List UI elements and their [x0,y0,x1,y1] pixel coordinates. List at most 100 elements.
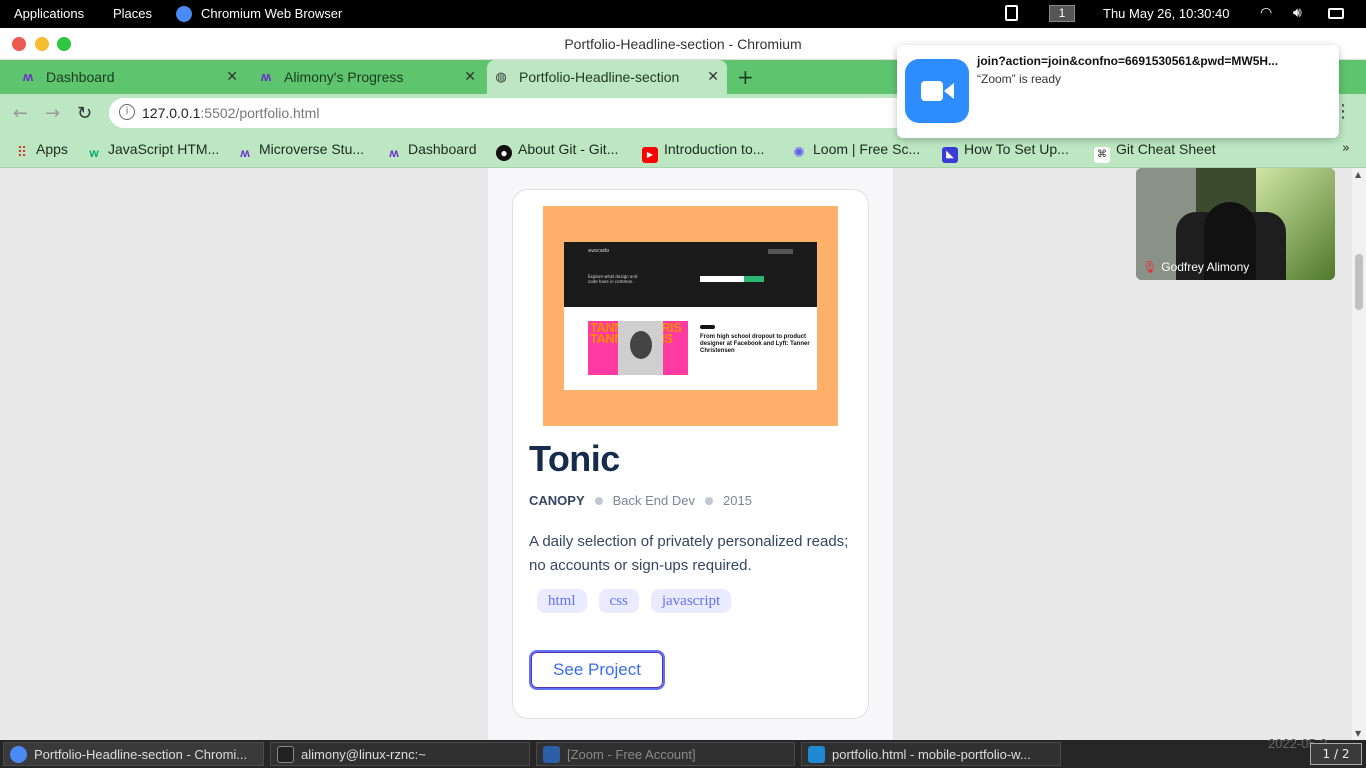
screenshot-headline: From high school dropout to product desi… [700,334,810,354]
notification-title: join?action=join&confno=6691530561&pwd=M… [977,54,1279,68]
project-screenshot: avocado Explore what design and code hav… [564,242,817,390]
chromium-icon [176,6,192,22]
apps-grid-icon: ⠿ [16,144,28,160]
participant-name: 🎙︎ Godfrey Alimony [1142,260,1249,274]
screenshot-input [700,276,744,282]
bookmark-introduction[interactable]: ▶ Introduction to... [642,141,764,163]
microverse-icon: ʍ [240,146,250,160]
workspace-indicator[interactable]: 1 [1049,5,1075,22]
bookmark-dashboard[interactable]: ʍ Dashboard [386,141,477,161]
project-tags: html css javascript [537,589,743,613]
wifi-icon[interactable]: ◠ [1260,4,1272,21]
tag-html: html [537,589,587,613]
bookmark-label: Microverse Stu... [259,141,365,157]
bookmark-about-git[interactable]: ● About Git - Git... [496,141,618,161]
participant-name-text: Godfrey Alimony [1161,260,1250,274]
microverse-icon: ʍ [260,69,272,84]
bookmark-apps[interactable]: ⠿ Apps [14,141,68,160]
tab-label: Dashboard [46,69,115,85]
taskbar-label: alimony@linux-rznc:~ [301,747,426,762]
taskbar-label: Portfolio-Headline-section - Chromi... [34,747,248,762]
zoom-icon [543,746,560,763]
microverse-icon: ʍ [22,69,34,84]
screenshot-hero: avocado Explore what design and code hav… [564,242,817,307]
scrollbar-thumb[interactable] [1355,254,1363,310]
bookmark-label: Dashboard [408,141,477,157]
taskbar-label: portfolio.html - mobile-portfolio-w... [832,747,1031,762]
screenshot-logo: avocado [588,248,610,254]
battery-icon[interactable] [1328,8,1344,19]
bookmark-label: About Git - Git... [518,141,619,157]
notification-body: “Zoom” is ready [977,72,1062,86]
page-scrollbar[interactable]: ▲ ▼ [1352,168,1366,740]
taskbar-item-terminal[interactable]: alimony@linux-rznc:~ [270,742,530,766]
url-host: 127.0.0.1 [142,105,201,121]
taskbar: Portfolio-Headline-section - Chromi... a… [0,736,1366,768]
see-project-button[interactable]: See Project [529,650,665,690]
bookmark-label: Git Cheat Sheet [1116,141,1216,157]
screenshot-portrait-head [630,331,652,359]
url-path: :5502/portfolio.html [200,105,320,121]
project-title: Tonic [529,438,620,479]
scroll-down-icon[interactable]: ▼ [1355,729,1361,738]
project-client: CANOPY [529,493,585,508]
tab-dashboard[interactable]: ʍ Dashboard ✕ [14,60,246,94]
tab-label: Alimony's Progress [284,69,404,85]
taskbar-item-vscode[interactable]: portfolio.html - mobile-portfolio-w... [801,742,1061,766]
tag-css: css [598,589,639,613]
close-icon[interactable]: ✕ [464,68,476,85]
bookmark-javascript[interactable]: w JavaScript HTM... [86,141,219,161]
active-app-name[interactable]: Chromium Web Browser [201,6,342,21]
project-meta: CANOPY Back End Dev 2015 [529,493,752,508]
zoom-icon [905,59,969,123]
back-arrow-icon[interactable]: ← [13,103,28,124]
tab-portfolio-headline[interactable]: ◍ Portfolio-Headline-section ✕ [487,60,727,94]
new-tab-button[interactable]: + [737,65,754,89]
reload-icon[interactable]: ↻ [77,103,92,124]
zoom-video-tile[interactable]: 🎙︎ Godfrey Alimony [1136,168,1335,280]
system-top-bar: Applications Places Chromium Web Browser… [0,0,1366,28]
chromium-icon [10,746,27,763]
bookmark-git-cheat-sheet[interactable]: ⌘ Git Cheat Sheet [1094,141,1216,163]
zoom-notification[interactable]: join?action=join&confno=6691530561&pwd=M… [897,45,1339,138]
bookmark-label: How To Set Up... [964,141,1069,157]
bookmark-how-to-set-up[interactable]: ◣ How To Set Up... [942,141,1069,163]
screenshot-tagline: Explore what design and code have in com… [588,274,638,284]
volume-icon[interactable]: 🔊︎ [1293,4,1302,21]
places-menu[interactable]: Places [113,6,152,21]
more-bookmarks-icon[interactable]: » [1342,141,1350,156]
project-card: avocado Explore what design and code hav… [512,189,869,719]
close-icon[interactable]: ✕ [707,68,719,85]
command-icon: ⌘ [1094,147,1110,163]
project-role: Back End Dev [612,493,695,508]
screenshot-badge [700,325,715,329]
project-image: avocado Explore what design and code hav… [543,206,838,426]
clock[interactable]: Thu May 26, 10:30:40 [1103,6,1229,21]
bookmark-label: Apps [36,141,68,157]
tab-alimonys-progress[interactable]: ʍ Alimony's Progress ✕ [252,60,484,94]
info-icon[interactable]: i [119,104,135,120]
screenshot-portrait [618,321,663,375]
bookmark-microverse[interactable]: ʍ Microverse Stu... [237,141,364,161]
taskbar-label: [Zoom - Free Account] [567,747,696,762]
forward-arrow-icon[interactable]: → [45,103,60,124]
terminal-icon [277,746,294,763]
applications-menu[interactable]: Applications [14,6,84,21]
clipboard-icon[interactable] [1005,5,1018,21]
camera-lens-shape [944,83,954,99]
bookmark-label: Loom | Free Sc... [813,141,921,157]
taskbar-item-chromium[interactable]: Portfolio-Headline-section - Chromi... [3,742,264,766]
project-description: A daily selection of privately personali… [529,533,849,574]
camera-body-shape [921,81,943,101]
screenshot-thumbnail: TANNER CHRIS TANNE CHRIS [588,321,688,375]
screenshot-cta [744,276,764,282]
youtube-icon: ▶ [642,147,658,163]
taskbar-item-zoom[interactable]: [Zoom - Free Account] [536,742,795,766]
github-icon: ● [496,145,512,161]
close-icon[interactable]: ✕ [226,68,238,85]
bookmark-icon: ◣ [942,147,958,163]
bookmark-loom[interactable]: ✺ Loom | Free Sc... [791,141,920,160]
workspace-pager[interactable]: 1 / 2 [1310,743,1362,765]
bookmark-label: JavaScript HTM... [108,141,220,157]
scroll-up-icon[interactable]: ▲ [1355,170,1361,179]
